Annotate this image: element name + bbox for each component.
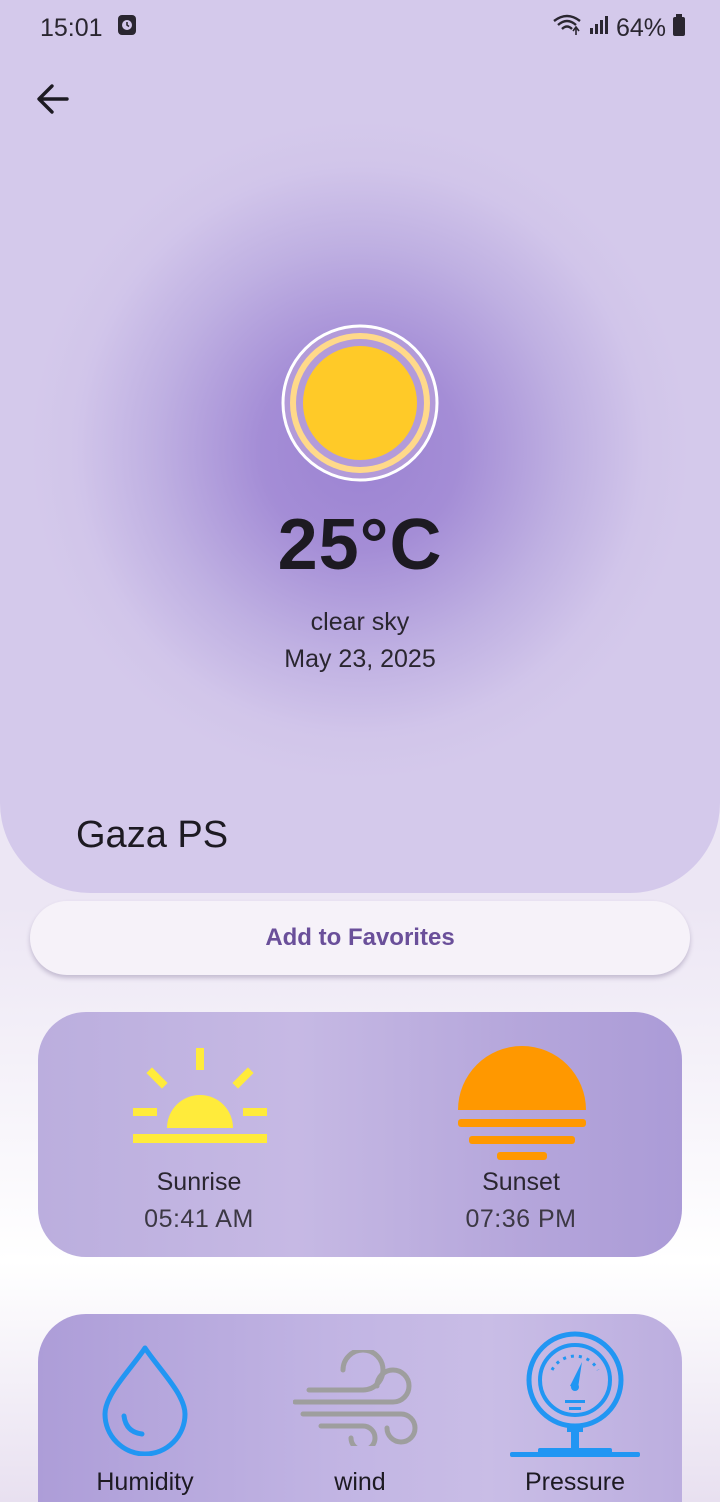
back-button[interactable] bbox=[30, 76, 76, 122]
temperature: 25°C bbox=[277, 505, 443, 585]
sunset-time: 07:36 PM bbox=[465, 1205, 577, 1233]
city-name: Gaza PS bbox=[76, 814, 229, 856]
weather-metrics-card: Humidity wind Pressure bbox=[38, 1314, 682, 1502]
pressure-label: Pressure bbox=[524, 1468, 626, 1496]
add-to-favorites-button[interactable]: Add to Favorites bbox=[30, 901, 690, 975]
notification-icon bbox=[117, 14, 137, 43]
weather-date: May 23, 2025 bbox=[284, 645, 436, 673]
wind-label: wind bbox=[334, 1468, 386, 1496]
sunset-label: Sunset bbox=[482, 1168, 560, 1196]
sun-times-card: Sunrise 05:41 AM Sunset 07:36 PM bbox=[38, 1012, 682, 1257]
sunrise-time: 05:41 AM bbox=[144, 1205, 254, 1233]
humidity-icon bbox=[102, 1345, 188, 1456]
weather-description: clear sky bbox=[310, 608, 410, 636]
status-bar: 15:01 64% bbox=[0, 0, 720, 56]
wifi-icon bbox=[552, 13, 582, 44]
arrow-left-icon bbox=[37, 84, 69, 114]
sun-icon bbox=[281, 324, 439, 482]
sunset-icon bbox=[458, 1046, 586, 1160]
status-time: 15:01 bbox=[40, 13, 103, 42]
humidity-label: Humidity bbox=[96, 1468, 194, 1496]
battery-icon bbox=[672, 13, 686, 44]
battery-level: 64% bbox=[615, 13, 666, 42]
wind-icon bbox=[293, 1350, 418, 1446]
sunrise-label: Sunrise bbox=[156, 1168, 242, 1196]
pressure-icon bbox=[510, 1331, 640, 1457]
weather-header-card: 15:01 64% 25°C clear sky May 23, 2025 Ga… bbox=[0, 0, 720, 893]
sunrise-icon bbox=[133, 1048, 267, 1143]
signal-icon bbox=[588, 14, 610, 43]
